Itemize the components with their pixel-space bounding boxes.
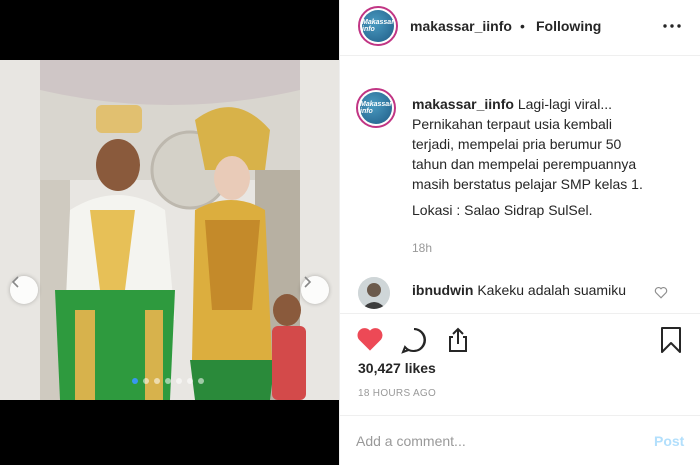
carousel-dot xyxy=(165,378,171,384)
share-button[interactable] xyxy=(444,326,472,354)
carousel-dot xyxy=(176,378,182,384)
post-media xyxy=(0,0,339,465)
caption-line: Lagi-lagi viral... xyxy=(517,96,612,112)
post-header: Makassar info makassar_iinfo • Following xyxy=(340,0,700,56)
heart-icon xyxy=(357,328,383,351)
comment-button[interactable] xyxy=(400,326,428,354)
comment-input[interactable] xyxy=(356,430,626,452)
caption-line: Pernikahan terpaut usia kembali xyxy=(412,116,613,132)
comment-item: ibnudwin Kakeku adalah suamiku xyxy=(412,282,626,298)
chevron-left-icon xyxy=(11,276,19,288)
caption-line: terjadi, mempelai pria berumur 50 xyxy=(412,136,622,152)
save-button[interactable] xyxy=(658,326,686,354)
header-separator: • xyxy=(520,18,525,34)
like-button[interactable] xyxy=(356,326,384,354)
caption-line: masih berstatus pelajar SMP kelas 1. xyxy=(412,176,643,192)
carousel-dot xyxy=(198,378,204,384)
carousel-dot xyxy=(154,378,160,384)
previous-photo-button[interactable] xyxy=(10,276,38,304)
caption-line: tahun dan mempelai perempuannya xyxy=(412,156,637,172)
share-icon xyxy=(449,327,467,352)
post-actions xyxy=(340,313,700,363)
post-side-panel: Makassar info makassar_iinfo • Following… xyxy=(339,0,700,465)
author-username[interactable]: makassar_iinfo xyxy=(410,18,512,34)
caption-username[interactable]: makassar_iinfo xyxy=(412,96,514,112)
comment-icon xyxy=(401,328,426,354)
author-avatar[interactable]: Makassar info xyxy=(358,6,398,46)
caption-author-avatar[interactable]: Makassar info xyxy=(356,88,396,128)
chevron-right-icon xyxy=(304,276,312,288)
comment-text: Kakeku adalah suamiku xyxy=(477,282,626,298)
post-timestamp[interactable]: 18 HOURS AGO xyxy=(358,388,436,399)
post-caption: makassar_iinfo Lagi-lagi viral... Pernik… xyxy=(412,94,692,220)
more-icon xyxy=(663,24,681,28)
next-photo-button[interactable] xyxy=(301,276,329,304)
like-count[interactable]: 30,427 likes xyxy=(358,360,436,376)
add-comment-bar: Post xyxy=(340,415,700,465)
like-comment-button[interactable] xyxy=(654,286,668,304)
carousel-dot xyxy=(143,378,149,384)
commenter-username[interactable]: ibnudwin xyxy=(412,282,473,298)
heart-outline-icon xyxy=(654,286,668,299)
post-photo[interactable] xyxy=(0,60,339,400)
follow-status-button[interactable]: Following xyxy=(536,18,601,34)
carousel-indicator xyxy=(132,378,204,384)
bookmark-icon xyxy=(661,327,681,353)
wedding-photo xyxy=(0,60,339,400)
avatar-logo: Makassar info xyxy=(362,10,394,42)
caption-first-line: makassar_iinfo Lagi-lagi viral... xyxy=(412,94,692,114)
commenter-avatar-image xyxy=(358,277,390,309)
post-comment-button[interactable]: Post xyxy=(654,433,684,449)
commenter-avatar[interactable] xyxy=(358,277,390,309)
carousel-dot xyxy=(187,378,193,384)
more-options-button[interactable] xyxy=(660,14,684,38)
caption-timestamp[interactable]: 18h xyxy=(412,241,432,255)
caption-location: Lokasi : Salao Sidrap SulSel. xyxy=(412,202,593,218)
carousel-dot xyxy=(132,378,138,384)
avatar-logo: Makassar info xyxy=(360,92,392,124)
